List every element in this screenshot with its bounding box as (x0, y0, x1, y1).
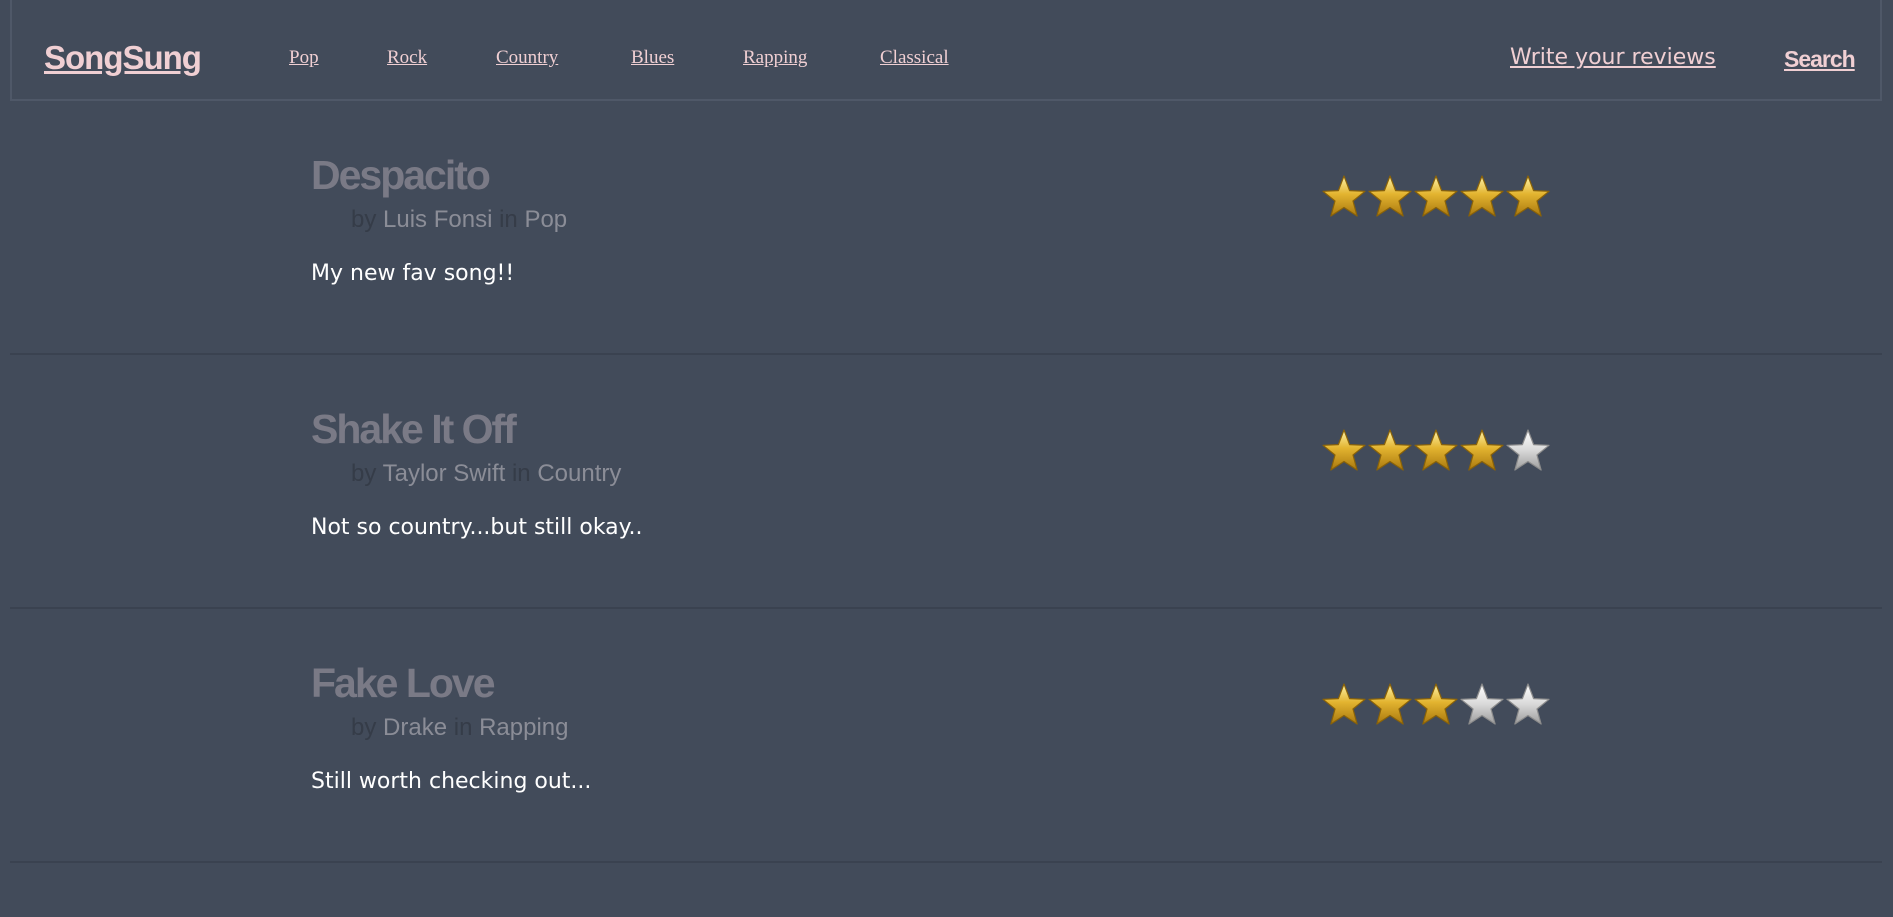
genre-name: Pop (524, 206, 568, 233)
genre-name: Rapping (479, 714, 569, 741)
song-meta: by Taylor Swift in Country (351, 459, 621, 489)
nav-genre-classical[interactable]: Classical (880, 46, 949, 70)
song-title: Fake Love (311, 660, 496, 706)
review-card: Fake Love by Drake in Rapping Still wort… (10, 609, 1882, 863)
star-filled-icon (1368, 175, 1412, 217)
genre-name: Country (537, 460, 622, 487)
star-empty-icon (1506, 429, 1550, 471)
artist-name: Drake (383, 714, 448, 741)
star-filled-icon (1414, 683, 1458, 725)
search-link[interactable]: Search (1784, 44, 1856, 74)
in-label: in (453, 714, 473, 741)
by-label: by (351, 206, 377, 233)
star-rating (1321, 428, 1551, 474)
review-card: Despacito by Luis Fonsi in Pop My new fa… (10, 101, 1882, 355)
star-filled-icon (1368, 429, 1412, 471)
by-label: by (351, 714, 377, 741)
brand-logo-link[interactable]: SongSung (44, 38, 202, 78)
star-empty-icon (1460, 683, 1504, 725)
nav-genre-blues[interactable]: Blues (631, 46, 674, 70)
review-card: Shake It Off by Taylor Swift in Country … (10, 355, 1882, 609)
by-label: by (351, 460, 377, 487)
star-filled-icon (1322, 683, 1366, 725)
star-filled-icon (1506, 175, 1550, 217)
star-filled-icon (1460, 429, 1504, 471)
artist-name: Luis Fonsi (383, 206, 493, 233)
review-comment: Still worth checking out... (311, 769, 592, 794)
song-title: Despacito (311, 152, 491, 198)
nav-genre-rapping[interactable]: Rapping (743, 46, 807, 70)
song-meta: by Drake in Rapping (351, 713, 569, 743)
nav-genre-rock[interactable]: Rock (387, 46, 427, 70)
star-filled-icon (1414, 175, 1458, 217)
in-label: in (499, 206, 518, 233)
song-title: Shake It Off (311, 406, 517, 452)
write-reviews-link[interactable]: Write your reviews (1510, 44, 1716, 72)
review-comment: Not so country...but still okay.. (311, 515, 643, 540)
nav-genre-pop[interactable]: Pop (289, 46, 319, 70)
star-empty-icon (1506, 683, 1550, 725)
artist-name: Taylor Swift (382, 460, 506, 487)
star-rating (1321, 682, 1551, 728)
in-label: in (511, 460, 531, 487)
star-filled-icon (1414, 429, 1458, 471)
star-filled-icon (1368, 683, 1412, 725)
review-comment: My new fav song!! (311, 261, 515, 286)
star-filled-icon (1322, 429, 1366, 471)
star-rating (1321, 174, 1551, 220)
song-meta: by Luis Fonsi in Pop (351, 205, 567, 235)
navbar: SongSung Pop Rock Country Blues Rapping … (10, 0, 1882, 101)
nav-genre-country[interactable]: Country (496, 46, 558, 70)
star-filled-icon (1322, 175, 1366, 217)
star-filled-icon (1460, 175, 1504, 217)
